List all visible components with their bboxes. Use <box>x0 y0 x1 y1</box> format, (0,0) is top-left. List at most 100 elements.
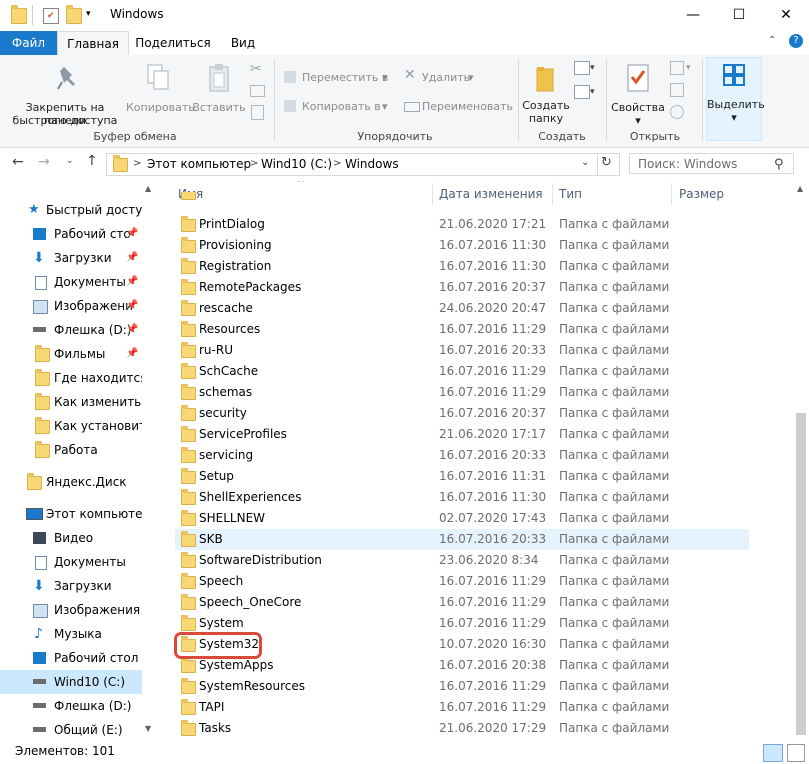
nav-item[interactable]: Изображения <box>0 598 142 622</box>
help-icon[interactable]: ? <box>789 34 803 48</box>
table-row[interactable]: SchCache 16.07.2016 11:29 Папка с файлами <box>175 361 749 382</box>
table-row[interactable] <box>175 192 749 202</box>
table-row[interactable]: rescache 24.06.2020 20:47 Папка с файлами <box>175 298 749 319</box>
table-row[interactable]: ru-RU 16.07.2016 20:33 Папка с файлами <box>175 340 749 361</box>
chevron-down-icon[interactable]: ▾ <box>590 63 595 73</box>
table-row[interactable]: Speech_OneCore 16.07.2016 11:29 Папка с фа… <box>175 592 749 613</box>
nav-item[interactable]: Как установить <box>0 414 142 438</box>
scroll-up-icon[interactable]: ▲ <box>145 184 151 193</box>
table-row[interactable]: TAPI 16.07.2016 11:29 Папка с файлами <box>175 697 749 718</box>
nav-item[interactable]: ♪ Музыка <box>0 622 142 646</box>
table-row-hovered[interactable]: SKB 16.07.2016 20:33 Папка с файлами <box>175 529 749 550</box>
refresh-icon[interactable]: ↻ <box>601 155 612 170</box>
breadcrumb-separator[interactable]: > <box>333 158 341 169</box>
back-icon[interactable]: ← <box>12 154 24 170</box>
nav-item[interactable]: Документы 📌 <box>0 270 142 294</box>
breadcrumb-item[interactable]: Этот компьютер <box>147 157 251 171</box>
properties-button[interactable]: Свойства ▾ <box>610 59 666 127</box>
large-icons-view-icon[interactable] <box>787 744 805 762</box>
table-row[interactable]: SystemResources 16.07.2016 11:29 Папка с ф… <box>175 676 749 697</box>
table-row[interactable]: SoftwareDistribution 23.06.2020 8:34 Папка… <box>175 550 749 571</box>
move-to-button[interactable]: Переместить в ▾ <box>284 69 394 87</box>
pin-quick-access-button[interactable]: Закрепить на панели быстрого доступа <box>4 59 126 127</box>
nav-item[interactable]: Фильмы 📌 <box>0 342 142 366</box>
new-item-icon[interactable] <box>574 61 590 75</box>
new-folder-icon[interactable] <box>66 5 82 24</box>
up-icon[interactable]: ↑ <box>86 153 98 169</box>
tab-share[interactable]: Поделиться <box>130 31 216 55</box>
table-row[interactable]: security 16.07.2016 20:37 Папка с файлами <box>175 403 749 424</box>
chevron-down-icon[interactable]: ▾ <box>590 87 595 97</box>
copy-button[interactable]: Копировать <box>126 59 195 127</box>
new-folder-button[interactable]: Создать папку <box>520 59 572 127</box>
table-row[interactable]: Setup 16.07.2016 11:31 Папка с файлами <box>175 466 749 487</box>
nav-item[interactable]: ⬇ Загрузки 📌 <box>0 246 142 270</box>
tab-file[interactable]: Файл <box>0 31 57 55</box>
chevron-down-icon[interactable]: ▾ <box>686 63 691 73</box>
table-row[interactable]: Tasks 21.06.2020 17:29 Папка с файлами <box>175 718 749 739</box>
table-row[interactable]: SHELLNEW 02.07.2020 17:43 Папка с файлами <box>175 508 749 529</box>
nav-item[interactable]: Изображени 📌 <box>0 294 142 318</box>
nav-item[interactable]: ⬇ Загрузки <box>0 574 142 598</box>
table-row[interactable]: System 16.07.2016 11:29 Папка с файлами <box>175 613 749 634</box>
table-row[interactable]: Registration 16.07.2016 11:30 Папка с файл… <box>175 256 749 277</box>
scroll-down-icon[interactable]: ▼ <box>145 724 151 733</box>
history-icon[interactable] <box>670 105 684 119</box>
close-button[interactable]: ✕ <box>763 0 809 31</box>
breadcrumb-item[interactable]: Windows <box>345 157 399 171</box>
nav-item[interactable]: Где находится ф <box>0 366 142 390</box>
breadcrumb-separator[interactable]: > <box>250 158 258 169</box>
nav-item[interactable]: Рабочий стол <box>0 646 142 670</box>
paste-shortcut-icon[interactable] <box>251 105 264 120</box>
customize-quick-access-icon[interactable]: ▾ <box>86 9 91 19</box>
easy-access-icon[interactable] <box>574 85 590 99</box>
table-row[interactable]: SystemApps 16.07.2016 20:38 Папка с файлам… <box>175 655 749 676</box>
breadcrumb-separator[interactable]: > <box>133 158 141 169</box>
table-row[interactable]: servicing 16.07.2016 20:33 Папка с файлами <box>175 445 749 466</box>
forward-icon[interactable]: → <box>38 154 50 170</box>
nav-item[interactable]: Работа <box>0 438 142 462</box>
nav-quick-access[interactable]: ★ Быстрый доступ <box>0 198 142 222</box>
scroll-thumb[interactable] <box>796 413 806 735</box>
details-view-icon[interactable] <box>763 744 783 762</box>
breadcrumb-item[interactable]: Wind10 (C:) <box>261 157 332 171</box>
chevron-down-icon[interactable]: ⌄ <box>581 157 589 168</box>
nav-item[interactable]: Документы <box>0 550 142 574</box>
delete-button[interactable]: ✕ Удалить ▾ <box>404 68 484 87</box>
nav-yandex-disk[interactable]: Яндекс.Диск <box>0 470 142 494</box>
table-row[interactable]: Resources 16.07.2016 11:29 Папка с файлами <box>175 319 749 340</box>
copy-path-icon[interactable] <box>250 85 265 97</box>
table-row[interactable]: Speech 16.07.2016 11:29 Папка с файлами <box>175 571 749 592</box>
edit-icon[interactable] <box>670 83 684 97</box>
cut-icon[interactable]: ✂ <box>250 61 262 77</box>
open-icon[interactable] <box>670 61 684 75</box>
nav-item[interactable]: Флешка (D:) <box>0 694 142 718</box>
nav-item[interactable]: Видео <box>0 526 142 550</box>
table-row[interactable]: RemotePackages 16.07.2016 20:37 Папка с фа… <box>175 277 749 298</box>
rename-button[interactable]: Переименовать <box>404 98 514 116</box>
maximize-button[interactable]: ☐ <box>716 0 762 31</box>
table-row[interactable]: schemas 16.07.2016 11:29 Папка с файлами <box>175 382 749 403</box>
scroll-up-icon[interactable]: ▲ <box>797 184 803 193</box>
copy-to-button[interactable]: Копировать в ▾ <box>284 98 394 116</box>
file-list-scrollbar[interactable]: ▲ <box>793 181 809 740</box>
nav-item[interactable]: Как изменить ф <box>0 390 142 414</box>
nav-this-pc[interactable]: Этот компьютер <box>0 502 142 526</box>
table-row[interactable]: PrintDialog 21.06.2020 17:21 Папка с файла… <box>175 214 749 235</box>
table-row[interactable]: ShellExperiences 16.07.2016 11:30 Папка с … <box>175 487 749 508</box>
nav-item[interactable]: Рабочий сто 📌 <box>0 222 142 246</box>
paste-button[interactable]: Вставить <box>192 59 246 127</box>
address-bar[interactable]: > Этот компьютер > Wind10 (C:) > Windows… <box>106 153 620 176</box>
tab-view[interactable]: Вид <box>220 31 266 55</box>
nav-item[interactable]: Флешка (D:) 📌 <box>0 318 142 342</box>
search-input[interactable]: Поиск: Windows ⚲ <box>629 153 794 174</box>
recent-locations-icon[interactable]: ⌄ <box>66 156 74 166</box>
table-row[interactable]: Provisioning 16.07.2016 11:30 Папка с файл… <box>175 235 749 256</box>
minimize-button[interactable]: — <box>670 0 716 31</box>
nav-item[interactable]: Общий (E:) <box>0 718 142 740</box>
collapse-ribbon-icon[interactable]: ⌃ <box>768 35 776 46</box>
table-row[interactable]: ServiceProfiles 21.06.2020 17:17 Папка с ф… <box>175 424 749 445</box>
nav-item-selected[interactable]: Wind10 (C:) <box>0 670 142 694</box>
select-button[interactable]: Выделить ▾ <box>706 57 765 141</box>
tab-home[interactable]: Главная <box>57 31 129 57</box>
